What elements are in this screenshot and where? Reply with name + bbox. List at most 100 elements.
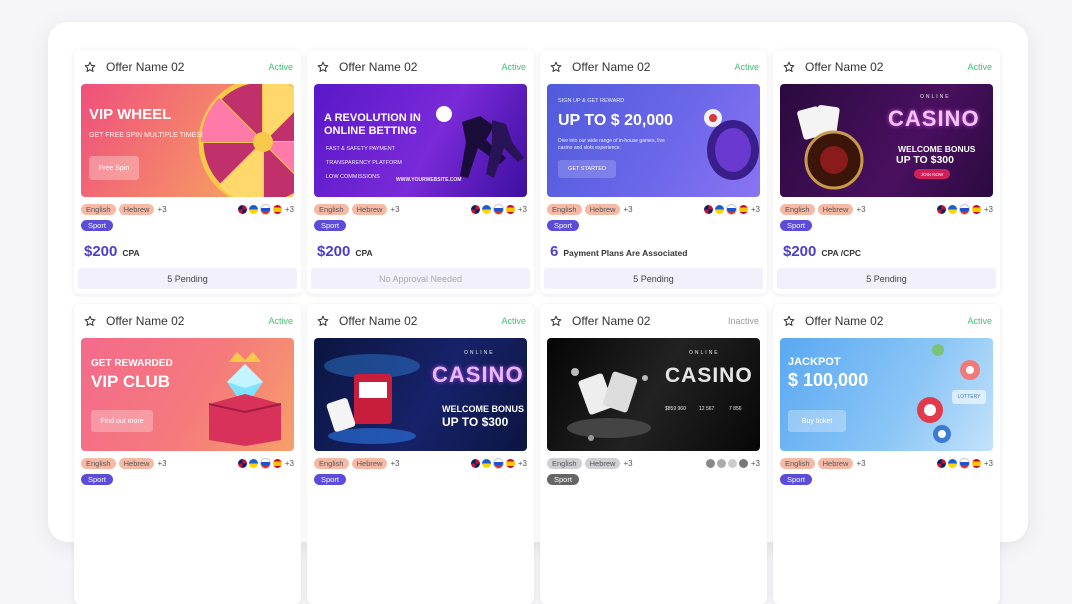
more-countries: +3 bbox=[750, 458, 760, 468]
status-badge: Active bbox=[501, 316, 526, 326]
banner-title-2: VIP CLUB bbox=[91, 372, 171, 391]
banner-subtitle: WELCOME BONUS bbox=[442, 404, 524, 414]
russia-flag-icon bbox=[259, 203, 271, 215]
approval-status[interactable]: 5 Pending bbox=[544, 268, 763, 289]
lottery-badge: LOTTERY bbox=[952, 390, 986, 404]
more-languages: +3 bbox=[623, 458, 633, 468]
more-languages: +3 bbox=[623, 204, 633, 214]
offer-card[interactable]: Offer Name 02 Active JACKPOT $ 100,000 B… bbox=[773, 304, 1000, 604]
offer-card[interactable]: Offer Name 02 Active A REVOLUTION IN ONL… bbox=[307, 50, 534, 294]
category-tag: Sport bbox=[314, 220, 346, 231]
status-badge: Active bbox=[967, 316, 992, 326]
spain-flag-icon bbox=[971, 458, 981, 468]
star-icon[interactable] bbox=[783, 315, 795, 327]
approval-status[interactable]: No Approval Needed bbox=[311, 268, 530, 289]
banner-subtitle: GET FREE SPIN MULTIPLE TIMES! bbox=[89, 132, 203, 139]
language-tag: Hebrew bbox=[118, 203, 155, 215]
offer-banner[interactable]: ONLINE CASINO WELCOME BONUS UP TO $300 J… bbox=[780, 84, 993, 197]
category-tag: Sport bbox=[780, 474, 812, 485]
offer-card[interactable]: Offer Name 02 Active VIP WHEEL GET FREE … bbox=[74, 50, 301, 294]
gift-box-icon bbox=[208, 352, 282, 446]
star-icon[interactable] bbox=[84, 61, 96, 73]
language-tag: English bbox=[547, 203, 582, 215]
spain-flag-icon bbox=[272, 458, 282, 468]
offer-banner[interactable]: VIP WHEEL GET FREE SPIN MULTIPLE TIMES! … bbox=[81, 84, 294, 197]
offer-name: Offer Name 02 bbox=[572, 60, 651, 74]
russia-flag-icon bbox=[492, 203, 504, 215]
status-badge: Active bbox=[268, 316, 293, 326]
russia-flag-icon bbox=[958, 457, 970, 469]
offer-card[interactable]: Offer Name 02 Active SIGN UP & GET REWAR… bbox=[540, 50, 767, 294]
category-tag: Sport bbox=[547, 220, 579, 231]
approval-status[interactable]: 5 Pending bbox=[777, 268, 996, 289]
buy-ticket-button[interactable]: Buy ticket bbox=[788, 410, 846, 432]
category-tag: Sport bbox=[780, 220, 812, 231]
banner-subtitle: WELCOME BONUS bbox=[898, 144, 976, 154]
spain-flag-icon bbox=[738, 458, 748, 468]
star-icon[interactable] bbox=[84, 315, 96, 327]
category-tag: Sport bbox=[547, 474, 579, 485]
russia-flag-icon bbox=[725, 203, 737, 215]
spain-flag-icon bbox=[505, 204, 515, 214]
offer-card[interactable]: Offer Name 02 Active ONLINE CASINO WELCO… bbox=[307, 304, 534, 604]
offer-banner[interactable]: ONLINE CASINO $859 960 12 567 7 856 bbox=[547, 338, 760, 451]
banner-bullet: LOW COMMISSIONS bbox=[326, 174, 380, 180]
offer-banner[interactable]: JACKPOT $ 100,000 Buy ticket LOTTERY bbox=[780, 338, 993, 451]
playing-cards-icon bbox=[567, 368, 651, 441]
ukraine-flag-icon bbox=[481, 204, 491, 214]
uk-flag-icon bbox=[237, 458, 247, 468]
offer-card[interactable]: Offer Name 02 Active GET REWARDED VIP CL… bbox=[74, 304, 301, 604]
star-icon[interactable] bbox=[783, 61, 795, 73]
ukraine-flag-icon bbox=[947, 204, 957, 214]
banner-subtitle: Dive into our wide range of in-house gam… bbox=[558, 138, 665, 151]
status-badge: Active bbox=[734, 62, 759, 72]
status-badge: Active bbox=[967, 62, 992, 72]
category-tag: Sport bbox=[81, 474, 113, 485]
uk-flag-icon bbox=[470, 458, 480, 468]
offer-name: Offer Name 02 bbox=[339, 60, 418, 74]
banner-website: WWW.YOURWEBSITE.COM bbox=[396, 177, 462, 183]
status-badge: Active bbox=[268, 62, 293, 72]
offer-name: Offer Name 02 bbox=[106, 60, 185, 74]
language-tag: English bbox=[314, 203, 349, 215]
banner-kicker: SIGN UP & GET REWARD bbox=[558, 98, 625, 104]
join-now-button[interactable]: JOIN NOW bbox=[914, 169, 950, 179]
banner-title: JACKPOT bbox=[788, 356, 841, 368]
roulette-wheel-icon bbox=[797, 105, 864, 190]
category-tag: Sport bbox=[314, 474, 346, 485]
free-spin-button[interactable]: Free Spin bbox=[89, 156, 139, 180]
star-icon[interactable] bbox=[550, 61, 562, 73]
find-out-more-button[interactable]: Find out more bbox=[91, 410, 153, 432]
language-tag: English bbox=[81, 203, 116, 215]
star-icon[interactable] bbox=[550, 315, 562, 327]
offer-unit: Payment Plans Are Associated bbox=[563, 248, 688, 258]
offer-card[interactable]: Offer Name 02 Active ONLINE CASINO WELCO… bbox=[773, 50, 1000, 294]
banner-kicker: ONLINE bbox=[920, 94, 951, 100]
offer-amount: $200 bbox=[84, 243, 118, 260]
more-countries: +3 bbox=[284, 204, 294, 214]
more-countries: +3 bbox=[983, 458, 993, 468]
status-badge: Inactive bbox=[727, 316, 759, 326]
offer-card[interactable]: Offer Name 02 Inactive ONLINE CASINO $85… bbox=[540, 304, 767, 604]
star-icon[interactable] bbox=[317, 315, 329, 327]
banner-bonus: UP TO $300 bbox=[896, 154, 954, 166]
spain-flag-icon bbox=[971, 204, 981, 214]
offer-banner[interactable]: SIGN UP & GET REWARD UP TO $ 20,000 Dive… bbox=[547, 84, 760, 197]
more-languages: +3 bbox=[390, 204, 400, 214]
offer-banner[interactable]: ONLINE CASINO WELCOME BONUS UP TO $300 bbox=[314, 338, 527, 451]
ukraine-flag-icon bbox=[714, 204, 724, 214]
banner-kicker: ONLINE bbox=[689, 350, 720, 356]
spain-flag-icon bbox=[505, 458, 515, 468]
banner-bonus: UP TO $300 bbox=[442, 415, 509, 429]
offer-banner[interactable]: A REVOLUTION IN ONLINE BETTING FAST & SA… bbox=[314, 84, 527, 197]
approval-status[interactable]: 5 Pending bbox=[78, 268, 297, 289]
get-started-button[interactable]: GET STARTED bbox=[558, 160, 616, 178]
offer-name: Offer Name 02 bbox=[805, 314, 884, 328]
ukraine-flag-icon bbox=[481, 458, 491, 468]
star-icon[interactable] bbox=[317, 61, 329, 73]
roulette-icon bbox=[704, 109, 759, 180]
banner-stat: 7 856 bbox=[729, 406, 742, 412]
offer-banner[interactable]: GET REWARDED VIP CLUB Find out more bbox=[81, 338, 294, 451]
ukraine-flag-icon bbox=[716, 458, 726, 468]
ukraine-flag-icon bbox=[248, 204, 258, 214]
